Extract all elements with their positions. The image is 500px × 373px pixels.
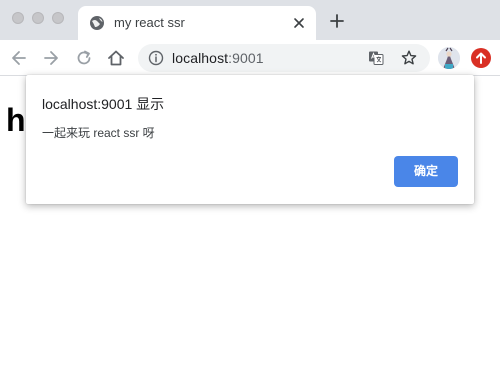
avatar-image-icon <box>438 47 460 69</box>
new-tab-button[interactable] <box>328 12 346 30</box>
ok-button[interactable]: 确定 <box>394 156 458 187</box>
tab-title: my react ssr <box>114 15 185 30</box>
close-window-button[interactable] <box>12 12 24 24</box>
back-arrow-icon[interactable] <box>9 48 29 68</box>
dialog-title: localhost:9001 显示 <box>42 96 165 112</box>
forward-arrow-icon[interactable] <box>41 48 61 68</box>
translate-icon[interactable] <box>368 50 384 66</box>
profile-avatar[interactable] <box>438 47 460 69</box>
toolbar: localhost:9001 <box>0 40 500 76</box>
browser-window: my react ssr localhost:9001 h localhost:… <box>0 0 500 373</box>
globe-icon <box>90 16 104 30</box>
url-host: localhost <box>172 50 229 66</box>
tab-active[interactable]: my react ssr <box>78 6 316 40</box>
tab-strip: my react ssr <box>0 0 500 40</box>
update-arrow-icon <box>476 52 486 64</box>
bookmark-star-icon[interactable] <box>400 49 418 67</box>
info-icon[interactable] <box>148 50 164 66</box>
maximize-window-button[interactable] <box>52 12 64 24</box>
close-icon[interactable] <box>290 14 308 32</box>
minimize-window-button[interactable] <box>32 12 44 24</box>
page-heading: h <box>6 102 26 138</box>
home-icon[interactable] <box>106 48 126 68</box>
update-badge[interactable] <box>471 48 491 68</box>
reload-icon[interactable] <box>74 48 94 68</box>
address-url: localhost:9001 <box>172 50 264 66</box>
alert-dialog: localhost:9001 显示 一起来玩 react ssr 呀 确定 <box>26 75 474 204</box>
url-port: :9001 <box>228 50 264 66</box>
dialog-message: 一起来玩 react ssr 呀 <box>42 126 155 140</box>
address-bar[interactable]: localhost:9001 <box>138 44 430 72</box>
